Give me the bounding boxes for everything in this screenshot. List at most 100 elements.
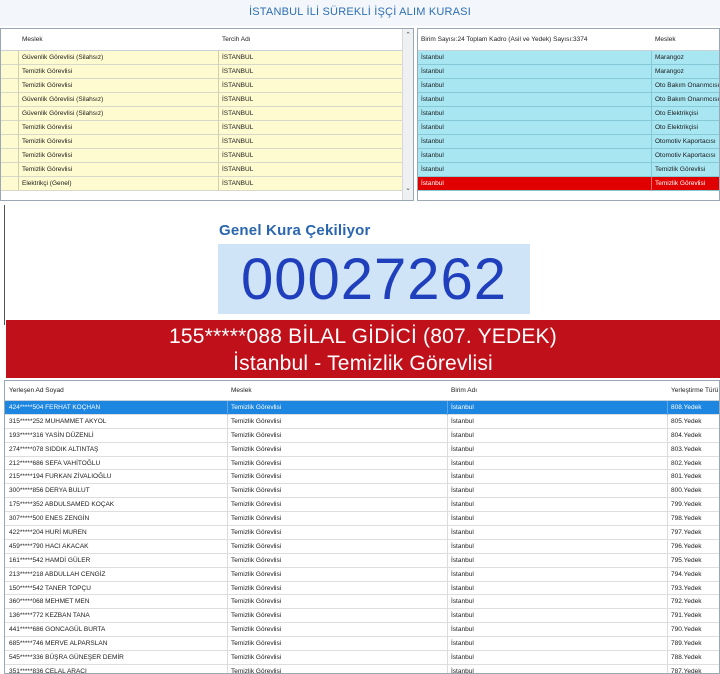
- table-row[interactable]: 161*****542 HAMDİ GÜLER Temizlik Görevlis…: [5, 553, 719, 568]
- cell-unit: İstanbul: [447, 456, 474, 471]
- table-row[interactable]: 212*****686 SEFA VAHİTOĞLU Temizlik Görev…: [5, 456, 719, 471]
- cell-placement-type: 792.Yedek: [667, 595, 702, 610]
- table-row[interactable]: Güvenlik Görevlisi (Silahsız) İSTANBUL: [1, 93, 413, 107]
- table-row[interactable]: İstanbul Oto Bakım Onarımcısı (Genel): [418, 93, 719, 107]
- table-row[interactable]: Elektrikçi (Genel) İSTANBUL: [1, 177, 413, 191]
- cell-unit: İstanbul: [447, 581, 474, 596]
- cell-placement-type: 787.Yedek: [667, 664, 702, 673]
- cell-profession: Temizlik Görevlisi: [227, 442, 281, 457]
- table-row[interactable]: 315*****252 MUHAMMET AKYOL Temizlik Görev…: [5, 414, 719, 429]
- table-row[interactable]: Temizlik Görevlisi İSTANBUL: [1, 163, 413, 177]
- cell-unit: İstanbul: [447, 498, 474, 513]
- scroll-down-icon[interactable]: ⌄: [403, 184, 413, 192]
- cell-unit: İstanbul: [447, 401, 474, 415]
- cell-preference: İSTANBUL: [218, 121, 253, 135]
- table-row[interactable]: İstanbul Otomotiv Kaportacısı: [418, 135, 719, 149]
- table-row[interactable]: 351*****836 CELAL ARACI Temizlik Görevlis…: [5, 664, 719, 673]
- preference-grid[interactable]: Meslek Tercih Adı Güvenlik Görevlisi (Si…: [0, 28, 414, 201]
- table-row[interactable]: Temizlik Görevlisi İSTANBUL: [1, 121, 413, 135]
- row-indicator: [1, 135, 19, 149]
- table-row[interactable]: 193*****316 YASİN DÜZENLİ Temizlik Görevl…: [5, 428, 719, 443]
- table-row[interactable]: Temizlik Görevlisi İSTANBUL: [1, 149, 413, 163]
- cell-profession: Temizlik Görevlisi: [227, 595, 281, 610]
- cell-profession: Oto Bakım Onarımcısı (Genel): [651, 79, 719, 93]
- table-row[interactable]: Temizlik Görevlisi İSTANBUL: [1, 65, 413, 79]
- cell-profession: Güvenlik Görevlisi (Silahsız): [22, 96, 104, 103]
- column-header-preference[interactable]: Tercih Adı: [222, 36, 251, 43]
- draw-counter: 00027262: [240, 247, 508, 312]
- cell-placement-type: 801.Yedek: [667, 470, 702, 485]
- cell-profession: Güvenlik Görevlisi (Silahsız): [22, 110, 104, 117]
- vertical-scrollbar[interactable]: ⌃ ⌄: [402, 29, 413, 200]
- table-row[interactable]: 422*****204 HURİ MUREN Temizlik Görevlisi…: [5, 526, 719, 540]
- table-row[interactable]: 685*****746 MERVE ALPARSLAN Temizlik Göre…: [5, 637, 719, 652]
- table-row[interactable]: Temizlik Görevlisi İSTANBUL: [1, 135, 413, 149]
- table-row[interactable]: Güvenlik Görevlisi (Silahsız) İSTANBUL: [1, 51, 413, 65]
- winner-name: 155*****088 BİLAL GİDİCİ (807. YEDEK): [169, 325, 557, 348]
- column-header-profession[interactable]: Meslek: [231, 387, 252, 394]
- cell-profession: Temizlik Görevlisi: [227, 428, 281, 443]
- cell-unit: İstanbul: [421, 110, 444, 117]
- column-header-profession[interactable]: Meslek: [655, 36, 676, 43]
- cell-placement-type: 802.Yedek: [667, 456, 702, 471]
- table-row[interactable]: 360*****068 MEHMET MEN Temizlik Görevlisi…: [5, 595, 719, 610]
- winner-banner: 155*****088 BİLAL GİDİCİ (807. YEDEK) İs…: [6, 320, 720, 378]
- table-row[interactable]: 175*****352 ABDULSAMED KOÇAK Temizlik Gör…: [5, 498, 719, 513]
- cell-placement-type: 808.Yedek: [667, 401, 702, 415]
- table-row[interactable]: İstanbul Marangoz: [418, 65, 719, 79]
- cell-unit: İstanbul: [421, 82, 444, 89]
- cell-placement-type: 795.Yedek: [667, 553, 702, 568]
- cell-profession: Temizlik Görevlisi: [227, 401, 281, 415]
- cell-name: 161*****542 HAMDİ GÜLER: [9, 556, 91, 564]
- row-indicator: [1, 163, 19, 177]
- cell-profession: Otomotiv Kaportacısı: [651, 135, 716, 149]
- cell-preference: İSTANBUL: [218, 163, 253, 177]
- table-row[interactable]: 424*****504 FERHAT KOÇHAN Temizlik Görevl…: [5, 401, 719, 415]
- cell-name: 422*****204 HURİ MUREN: [9, 529, 87, 537]
- placement-grid[interactable]: Yerleşen Ad Soyad Meslek Birim Adı Yerle…: [4, 380, 720, 674]
- table-row[interactable]: 274*****078 SIDDIK ALTINTAŞ Temizlik Göre…: [5, 442, 719, 457]
- table-row[interactable]: İstanbul Oto Elektrikçisi: [418, 107, 719, 121]
- table-row[interactable]: 307*****500 ENES ZENGİN Temizlik Görevlis…: [5, 512, 719, 527]
- cell-preference: İSTANBUL: [218, 149, 253, 163]
- cell-name: 136*****772 KEZBAN TANA: [9, 612, 90, 620]
- table-row[interactable]: İstanbul Oto Bakım Onarımcısı (Genel): [418, 79, 719, 93]
- table-row[interactable]: 459*****790 HACI AKACAK Temizlik Görevlis…: [5, 539, 719, 554]
- table-row[interactable]: İstanbul Otomotiv Kaportacısı: [418, 149, 719, 163]
- table-row[interactable]: 300*****856 DERYA BULUT Temizlik Görevlis…: [5, 484, 719, 499]
- cell-name: 193*****316 YASİN DÜZENLİ: [9, 431, 94, 439]
- cell-profession: Temizlik Görevlisi: [227, 609, 281, 624]
- table-row[interactable]: Güvenlik Görevlisi (Silahsız) İSTANBUL: [1, 107, 413, 121]
- cell-name: 213*****218 ABDULLAH CENGİZ: [9, 570, 106, 578]
- cell-unit: İstanbul: [447, 414, 474, 429]
- table-row[interactable]: 215*****194 FURKAN ZİVALIOĞLU Temizlik Gö…: [5, 470, 719, 485]
- cell-profession: Temizlik Görevlisi: [22, 166, 73, 173]
- table-row[interactable]: İstanbul Oto Elektrikçisi: [418, 121, 719, 135]
- table-row[interactable]: İstanbul Temizlik Görevlisi: [418, 163, 719, 177]
- cell-profession: Temizlik Görevlisi: [227, 539, 281, 554]
- cell-name: 441*****686 GONCAGÜL BURTA: [9, 626, 106, 634]
- table-row[interactable]: Temizlik Görevlisi İSTANBUL: [1, 79, 413, 93]
- column-header-profession[interactable]: Meslek: [22, 36, 43, 43]
- cell-profession: Elektrikçi (Genel): [22, 180, 72, 187]
- column-header-name[interactable]: Yerleşen Ad Soyad: [9, 387, 64, 394]
- unit-grid[interactable]: Birim Sayısı:24 Toplam Kadro (Asil ve Ye…: [417, 28, 720, 201]
- column-header-placement-type[interactable]: Yerleştirme Türü: [671, 387, 718, 394]
- cell-name: 360*****068 MEHMET MEN: [9, 598, 90, 606]
- column-header-unit-summary[interactable]: Birim Sayısı:24 Toplam Kadro (Asil ve Ye…: [421, 36, 587, 43]
- table-row[interactable]: 136*****772 KEZBAN TANA Temizlik Görevlis…: [5, 609, 719, 624]
- table-row[interactable]: 213*****218 ABDULLAH CENGİZ Temizlik Göre…: [5, 567, 719, 582]
- cell-unit: İstanbul: [447, 484, 474, 499]
- cell-profession: Temizlik Görevlisi: [227, 623, 281, 638]
- table-row[interactable]: İstanbul Temizlik Görevlisi: [418, 177, 719, 191]
- table-row[interactable]: İstanbul Marangoz: [418, 51, 719, 65]
- table-row[interactable]: 441*****686 GONCAGÜL BURTA Temizlik Görev…: [5, 623, 719, 638]
- cell-unit: İstanbul: [421, 54, 444, 61]
- table-row[interactable]: 150*****542 TANER TOPÇU Temizlik Görevlis…: [5, 581, 719, 596]
- row-indicator: [1, 93, 19, 107]
- scroll-up-icon[interactable]: ⌃: [403, 31, 413, 39]
- table-row[interactable]: 545*****336 BÜŞRA GÜNEŞER DEMİR Temizlik …: [5, 651, 719, 665]
- row-indicator: [1, 177, 19, 191]
- column-header-unit[interactable]: Birim Adı: [451, 387, 477, 394]
- page-title: İSTANBUL İLİ SÜREKLİ İŞÇİ ALIM KURASI: [0, 0, 720, 26]
